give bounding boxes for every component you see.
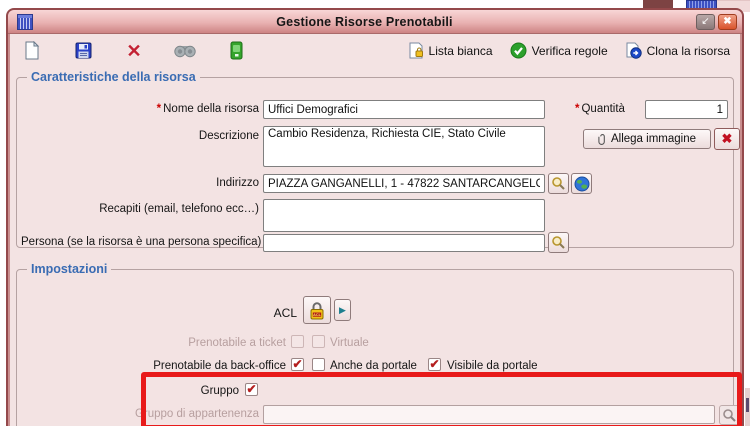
new-button[interactable] [20,39,44,63]
globe-icon [574,176,590,192]
check-icon: ✔ [292,356,303,371]
acl-lock-icon: ACL [307,300,327,321]
search-button[interactable] [173,39,197,63]
close-icon: ✖ [723,15,732,27]
quantita-input[interactable] [645,100,728,119]
visibile-da-portale-checkbox[interactable]: ✔ [428,358,441,371]
descrizione-textarea[interactable]: Cambio Residenza, Richiesta CIE, Stato C… [263,126,545,167]
lista-bianca-button[interactable]: Lista bianca [408,42,493,59]
check-circle-icon [510,42,527,59]
required-marker: * [575,103,580,115]
screen: Gestione Risorse Prenotabili ↙ ✖ ✕ Lista… [0,0,750,426]
toolbar-button-label: Verifica regole [531,43,608,58]
gruppo-appartenenza-search-button[interactable] [719,405,740,425]
anche-da-portale-checkbox[interactable] [312,358,325,371]
new-document-icon [24,41,40,60]
toolbar-button-label: Clona la risorsa [646,43,730,58]
allega-immagine-label: Allega immagine [610,133,696,145]
clona-risorsa-button[interactable]: Clona la risorsa [625,42,730,59]
section-caratteristiche: Caratteristiche della risorsa * Nome dell… [16,70,740,253]
descrizione-label: Descrizione [198,130,259,142]
binoculars-icon [174,43,196,58]
paperclip-icon [598,133,607,146]
required-marker: * [156,103,162,115]
visibile-da-portale-label: Visibile da portale [447,360,538,372]
section-legend: Caratteristiche della risorsa [31,70,196,84]
acl-expand-button[interactable]: ▶ [334,299,351,321]
background-window-fragment [745,388,750,426]
gruppo-appartenenza-label: Gruppo di appartenenza [134,408,259,420]
persona-search-button[interactable] [548,232,569,253]
indirizzo-search-button[interactable] [548,173,569,194]
check-icon: ✔ [429,356,440,371]
prenotabile-backoffice-checkbox[interactable]: ✔ [291,358,304,371]
quantita-label: * Quantità [575,103,625,115]
prenotabile-ticket-checkbox[interactable] [291,335,304,348]
delete-button[interactable]: ✕ [122,39,146,63]
magnifier-icon [551,235,566,250]
restore-button[interactable]: ↙ [696,13,715,30]
prenotabile-ticket-label: Prenotabile a ticket [188,337,286,349]
indirizzo-label: Indirizzo [216,177,259,189]
indirizzo-map-button[interactable] [571,173,592,194]
allega-immagine-button[interactable]: Allega immagine [583,129,711,149]
check-icon: ✔ [246,381,257,396]
restore-icon: ↙ [701,15,710,27]
recapiti-textarea[interactable] [263,199,545,232]
title-bar[interactable]: Gestione Risorse Prenotabili ↙ ✖ [8,10,742,34]
magnifier-icon [722,408,737,423]
section-legend: Impostazioni [31,262,108,276]
save-icon [75,42,92,59]
window-title: Gestione Risorse Prenotabili [276,14,453,29]
recapiti-label: Recapiti (email, telefono ecc…) [99,203,259,215]
verifica-regole-button[interactable]: Verifica regole [510,42,608,59]
window: Gestione Risorse Prenotabili ↙ ✖ ✕ Lista… [6,8,744,426]
indirizzo-input[interactable] [263,174,545,193]
acl-label: ACL [273,306,297,320]
whitelist-icon [408,42,424,59]
svg-text:ACL: ACL [313,313,321,317]
section-impostazioni: Impostazioni ACL ACL ▶ Prenotabile a tic… [16,262,742,426]
clone-icon [625,42,642,59]
virtuale-checkbox[interactable] [312,335,325,348]
nome-input[interactable] [263,100,545,119]
gruppo-appartenenza-input[interactable] [263,405,715,424]
play-icon: ▶ [339,304,346,315]
close-button[interactable]: ✖ [718,13,737,30]
anche-da-portale-label: Anche da portale [330,360,417,372]
remove-image-icon: ✖ [721,131,733,146]
persona-label: Persona (se la risorsa è una persona spe… [21,236,262,248]
magnifier-icon [551,176,566,191]
green-safe-button[interactable] [224,39,248,63]
toolbar: ✕ Lista bianca Verifica regole Clona la … [8,35,742,66]
delete-icon: ✕ [126,40,142,61]
save-button[interactable] [71,39,95,63]
remove-image-button[interactable]: ✖ [714,128,740,150]
green-safe-icon [230,41,243,60]
app-logo-icon [17,13,33,30]
toolbar-button-label: Lista bianca [428,43,493,58]
acl-button[interactable]: ACL [303,296,331,324]
prenotabile-backoffice-label: Prenotabile da back-office [153,360,286,372]
nome-label: * Nome della risorsa [156,103,259,115]
gruppo-checkbox[interactable]: ✔ [245,383,258,396]
gruppo-label: Gruppo [200,385,239,397]
persona-input[interactable] [263,234,545,252]
virtuale-label: Virtuale [330,337,369,349]
